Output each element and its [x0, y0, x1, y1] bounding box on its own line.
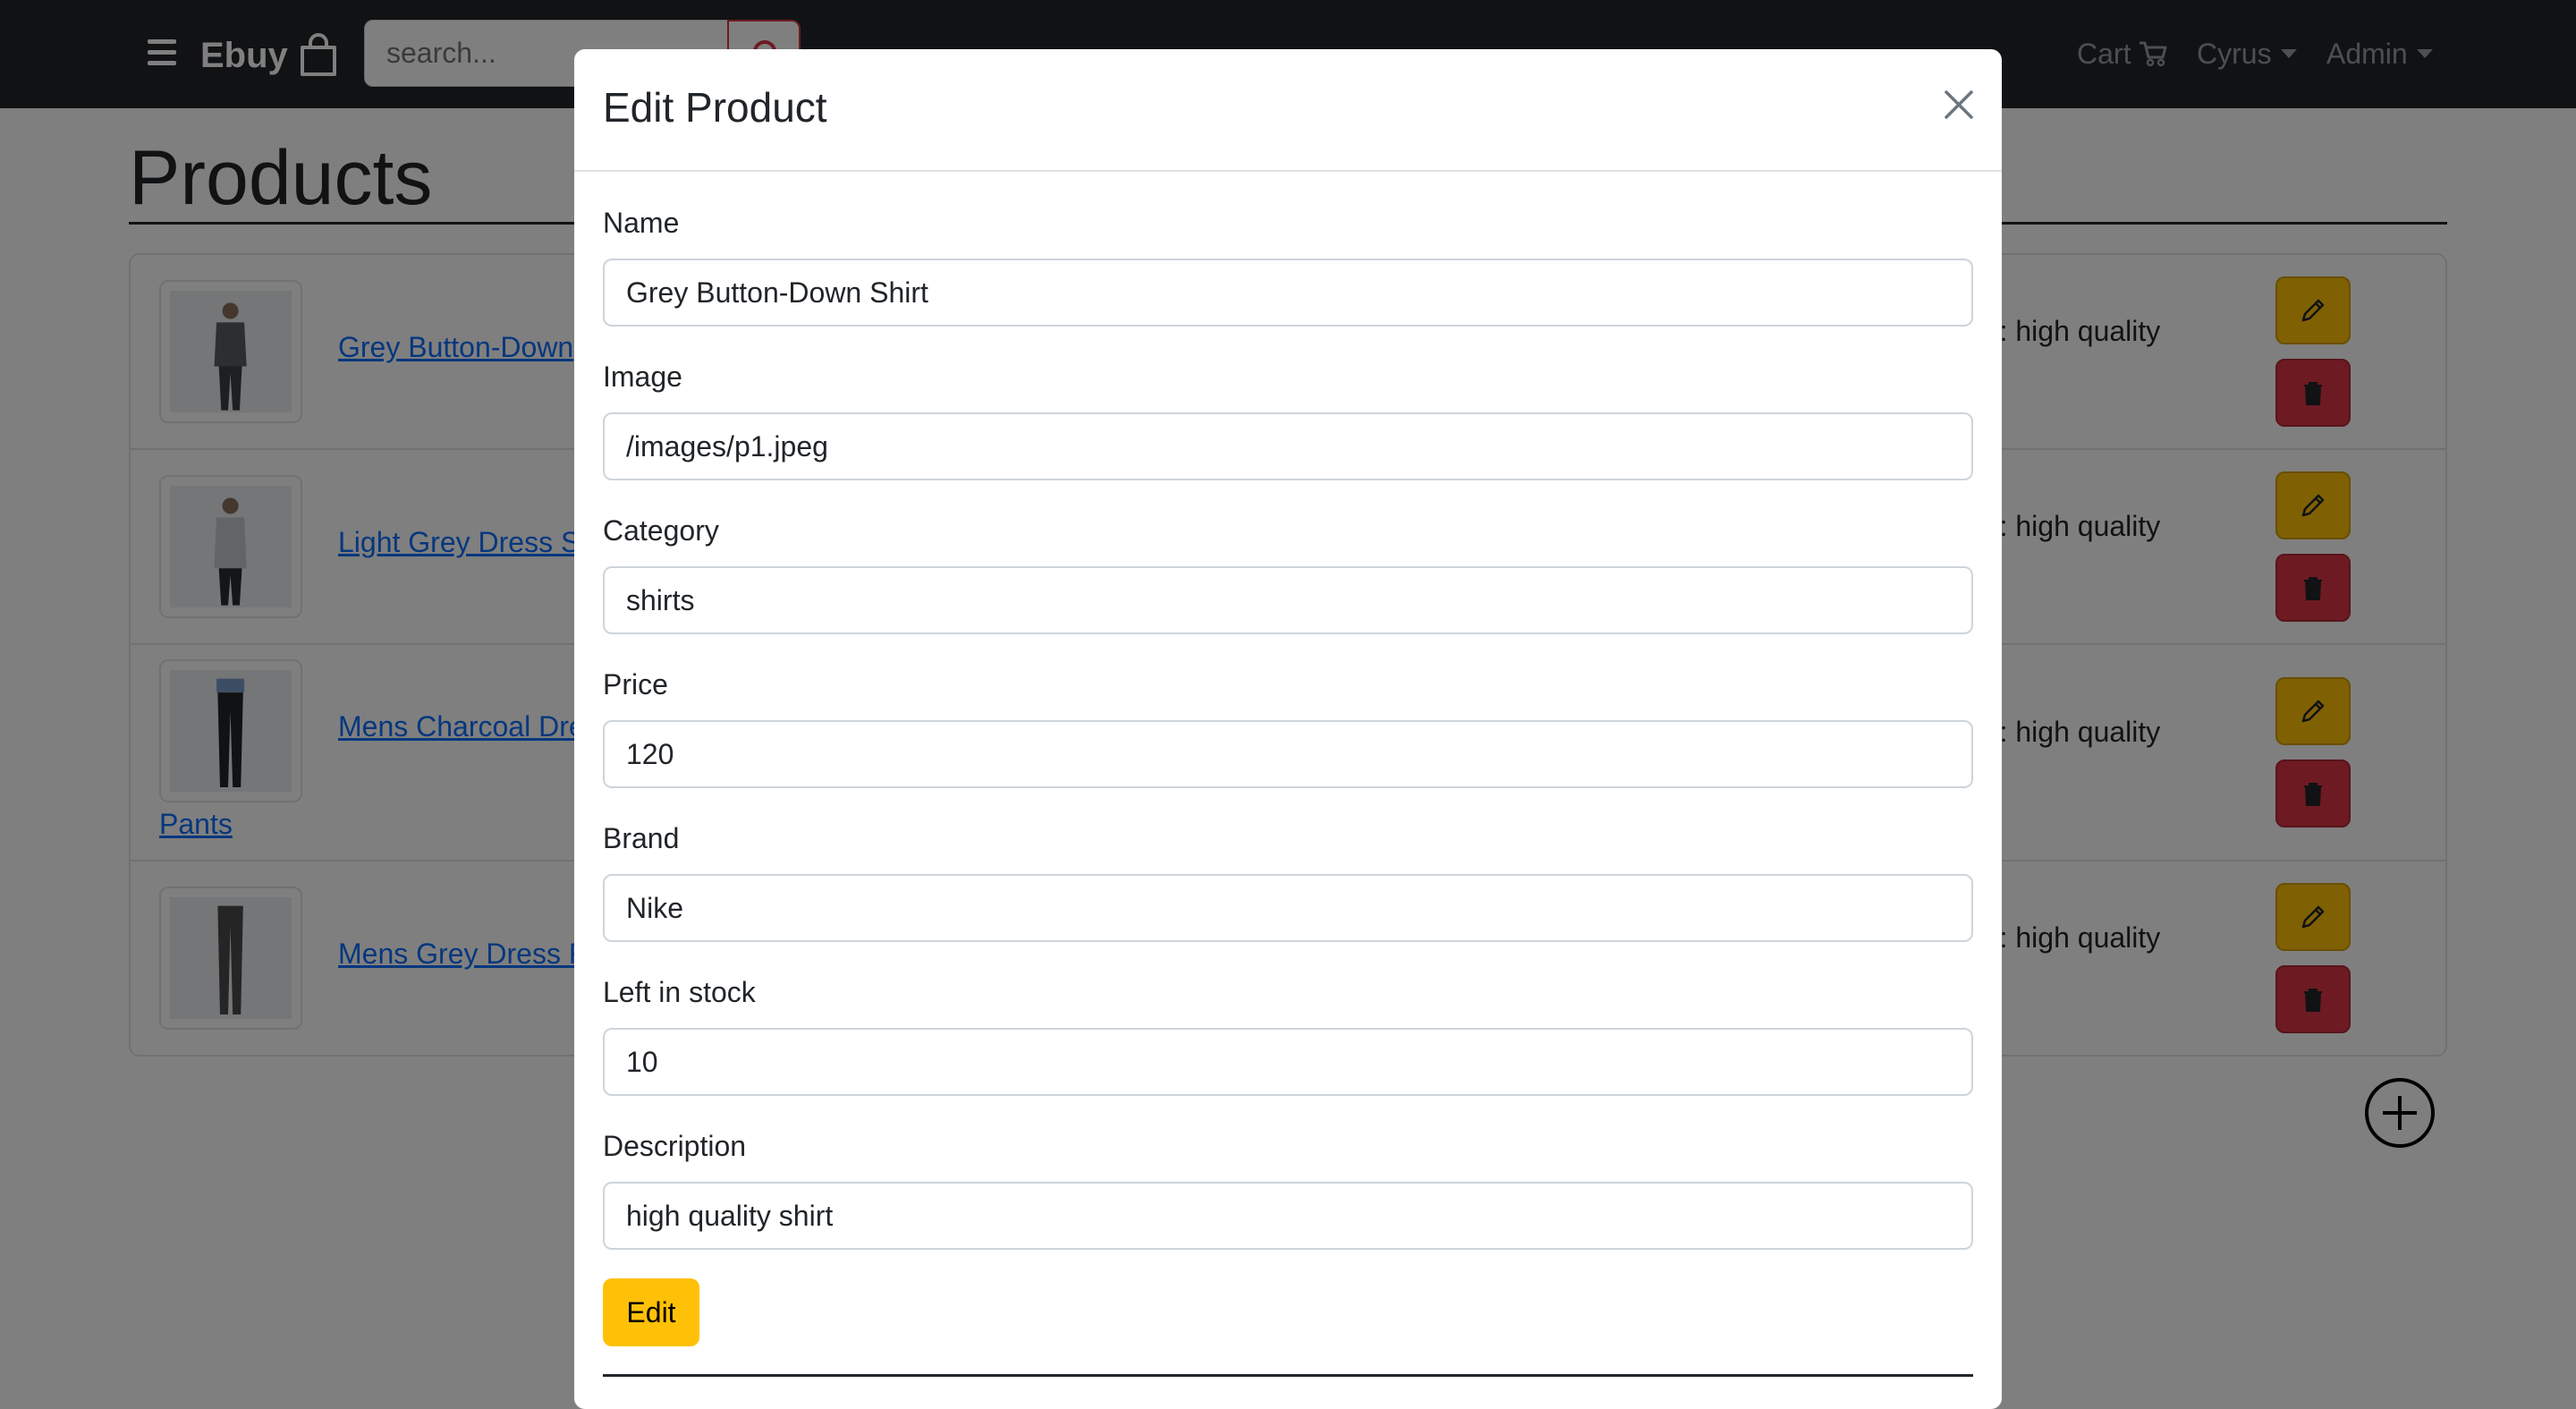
- image-input[interactable]: [603, 412, 1973, 480]
- edit-product-modal: Edit Product Name Image Category Price B…: [574, 49, 2002, 1409]
- brand-label: Brand: [603, 822, 680, 854]
- image-label: Image: [603, 361, 682, 393]
- category-input[interactable]: [603, 566, 1973, 634]
- category-label: Category: [603, 514, 719, 547]
- stock-label: Left in stock: [603, 976, 756, 1008]
- close-icon[interactable]: [1941, 87, 1977, 123]
- description-input[interactable]: [603, 1182, 1973, 1250]
- price-label: Price: [603, 668, 668, 700]
- modal-title: Edit Product: [603, 84, 827, 131]
- name-label: Name: [603, 207, 680, 239]
- stock-input[interactable]: [603, 1028, 1973, 1096]
- description-label: Description: [603, 1130, 747, 1162]
- price-input[interactable]: [603, 720, 1973, 788]
- modal-header: Edit Product: [574, 49, 2002, 172]
- modal-divider: [603, 1374, 1973, 1377]
- edit-submit-button[interactable]: Edit: [603, 1278, 699, 1346]
- name-input[interactable]: [603, 259, 1973, 327]
- brand-input[interactable]: [603, 874, 1973, 942]
- page: Ebuy Cart Cyrus Admin: [0, 0, 2576, 1409]
